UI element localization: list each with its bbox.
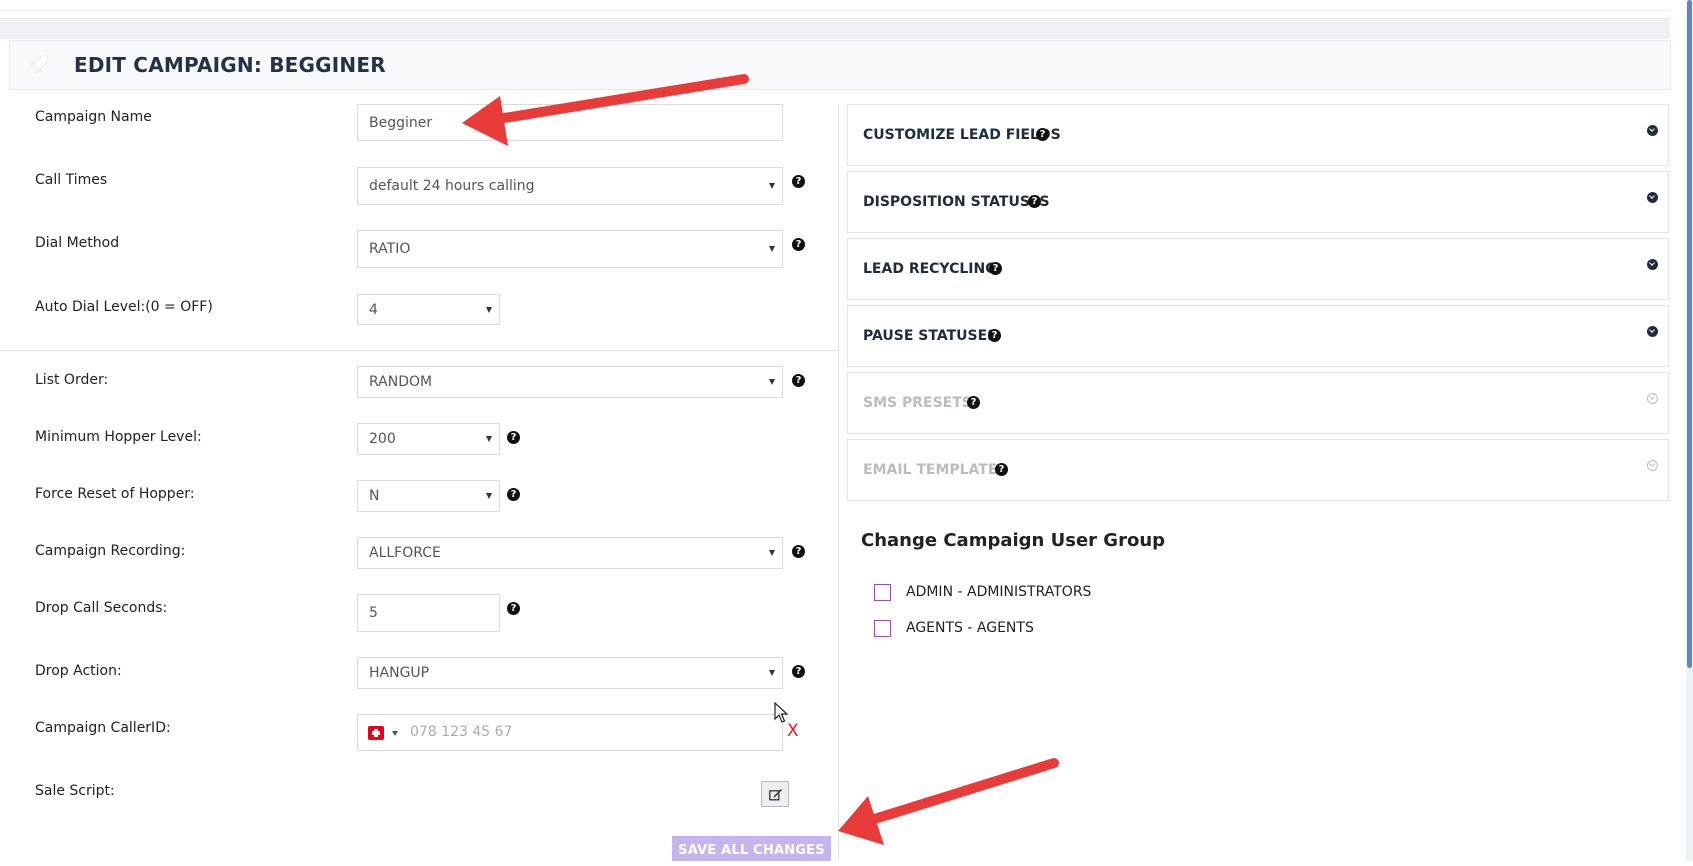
call-times-help-icon[interactable]: ? — [792, 175, 805, 188]
chevron-down-icon — [486, 306, 492, 313]
callerid-label: Campaign CallerID: — [35, 720, 171, 736]
panel-pause-statuses[interactable]: PAUSE STATUSES ? — [847, 305, 1669, 367]
chevron-down-icon — [486, 493, 492, 499]
list-order-value: RANDOM — [369, 374, 433, 390]
admin-group-label: ADMIN - ADMINISTRATORS — [906, 584, 1092, 600]
min-hopper-label: Minimum Hopper Level: — [35, 429, 202, 445]
panel-sms-presets[interactable]: SMS PRESETS ? — [847, 372, 1669, 434]
sale-script-edit-button[interactable] — [761, 781, 789, 807]
callerid-input[interactable]: 078 123 45 67 — [357, 714, 783, 751]
campaign-name-label: Campaign Name — [35, 109, 152, 125]
panel-customize-lead-fields[interactable]: CUSTOMIZE LEAD FIELDS ? — [847, 104, 1669, 166]
panel-title: LEAD RECYCLING — [863, 261, 997, 277]
chevron-down-circle-icon[interactable] — [1647, 259, 1658, 270]
chevron-down-icon — [769, 183, 775, 189]
auto-dial-select[interactable]: 4 — [357, 294, 500, 325]
drop-action-help-icon[interactable]: ? — [792, 665, 805, 678]
min-hopper-help-icon[interactable]: ? — [507, 431, 520, 444]
column-divider — [838, 104, 839, 861]
panel-title: CUSTOMIZE LEAD FIELDS — [863, 127, 1061, 143]
drop-seconds-label: Drop Call Seconds: — [35, 600, 168, 616]
call-times-value: default 24 hours calling — [369, 178, 535, 194]
list-order-select[interactable]: RANDOM — [357, 366, 783, 398]
panel-email-templates[interactable]: EMAIL TEMPLATES ? — [847, 439, 1669, 501]
save-all-changes-button[interactable]: SAVE ALL CHANGES — [672, 836, 831, 861]
recording-label: Campaign Recording: — [35, 543, 186, 559]
question-circle-icon[interactable]: ? — [989, 262, 1002, 275]
drop-seconds-input[interactable]: 5 — [357, 594, 500, 632]
chevron-down-circle-icon[interactable] — [1647, 393, 1658, 404]
question-circle-icon[interactable]: ? — [1036, 128, 1049, 141]
dial-method-label: Dial Method — [35, 235, 120, 251]
top-bar — [0, 0, 1670, 11]
section-divider — [0, 350, 838, 351]
question-circle-icon[interactable]: ? — [988, 329, 1001, 342]
page-band — [0, 18, 1670, 39]
callerid-clear-button[interactable]: X — [787, 721, 799, 741]
question-circle-icon[interactable]: ? — [995, 463, 1008, 476]
chevron-down-circle-icon[interactable] — [1647, 460, 1658, 471]
panel-title: SMS PRESETS — [863, 395, 972, 411]
dial-method-help-icon[interactable]: ? — [792, 238, 805, 251]
panel-title: DISPOSITION STATUSES — [863, 194, 1050, 210]
recording-value: ALLFORCE — [369, 545, 441, 561]
call-times-label: Call Times — [35, 172, 108, 188]
agents-group-checkbox[interactable] — [874, 620, 891, 637]
recording-help-icon[interactable]: ? — [792, 545, 805, 558]
chevron-down-icon — [769, 670, 775, 676]
chevron-down-circle-icon[interactable] — [1647, 125, 1658, 136]
chevron-down-icon[interactable] — [392, 731, 398, 736]
admin-group-checkbox[interactable] — [874, 584, 891, 601]
force-reset-select[interactable]: N — [357, 480, 500, 512]
edit-icon — [769, 789, 782, 801]
auto-dial-value: 4 — [369, 301, 378, 318]
min-hopper-value: 200 — [369, 431, 396, 447]
force-reset-value: N — [369, 488, 380, 504]
chevron-down-icon — [486, 436, 492, 442]
question-circle-icon[interactable]: ? — [1028, 195, 1041, 208]
drop-seconds-value: 5 — [369, 605, 378, 621]
chevron-down-circle-icon[interactable] — [1647, 326, 1658, 337]
drop-action-value: HANGUP — [369, 665, 430, 681]
list-order-label: List Order: — [35, 372, 109, 388]
callerid-placeholder: 078 123 45 67 — [410, 724, 513, 740]
chevron-down-icon — [769, 246, 775, 252]
panel-title: PAUSE STATUSES — [863, 328, 998, 344]
force-reset-help-icon[interactable]: ? — [507, 488, 520, 501]
auto-dial-label: Auto Dial Level:(0 = OFF) — [35, 299, 213, 315]
swiss-flag-icon[interactable] — [368, 726, 384, 740]
drop-seconds-help-icon[interactable]: ? — [507, 602, 520, 615]
scrollbar-thumb[interactable] — [1687, 0, 1692, 668]
chevron-down-icon — [769, 379, 775, 385]
list-order-help-icon[interactable]: ? — [792, 374, 805, 387]
panel-lead-recycling[interactable]: LEAD RECYCLING ? — [847, 238, 1669, 300]
mouse-cursor-icon — [774, 702, 789, 723]
dial-method-select[interactable]: RATIO — [357, 230, 783, 268]
agents-group-label: AGENTS - AGENTS — [906, 620, 1034, 636]
panel-title: EMAIL TEMPLATES — [863, 462, 1008, 478]
call-times-select[interactable]: default 24 hours calling — [357, 167, 783, 205]
page-title: EDIT CAMPAIGN: BEGGINER — [74, 53, 386, 77]
annotation-arrow-icon — [838, 758, 1059, 845]
dial-method-value: RATIO — [369, 241, 411, 257]
campaign-header: EDIT CAMPAIGN: BEGGINER — [9, 40, 1671, 90]
campaign-name-input[interactable]: Begginer — [357, 104, 783, 141]
panel-disposition-statuses[interactable]: DISPOSITION STATUSES ? — [847, 171, 1669, 233]
user-group-title: Change Campaign User Group — [861, 530, 1166, 551]
question-circle-icon[interactable]: ? — [967, 396, 980, 409]
chevron-down-icon — [769, 550, 775, 556]
drop-action-label: Drop Action: — [35, 663, 122, 679]
drop-action-select[interactable]: HANGUP — [357, 657, 783, 689]
chevron-down-circle-icon[interactable] — [1647, 192, 1658, 203]
min-hopper-select[interactable]: 200 — [357, 423, 500, 455]
rocket-icon — [29, 54, 49, 74]
recording-select[interactable]: ALLFORCE — [357, 537, 783, 569]
campaign-name-value: Begginer — [369, 114, 433, 131]
sale-script-label: Sale Script: — [35, 783, 115, 799]
force-reset-label: Force Reset of Hopper: — [35, 486, 195, 502]
